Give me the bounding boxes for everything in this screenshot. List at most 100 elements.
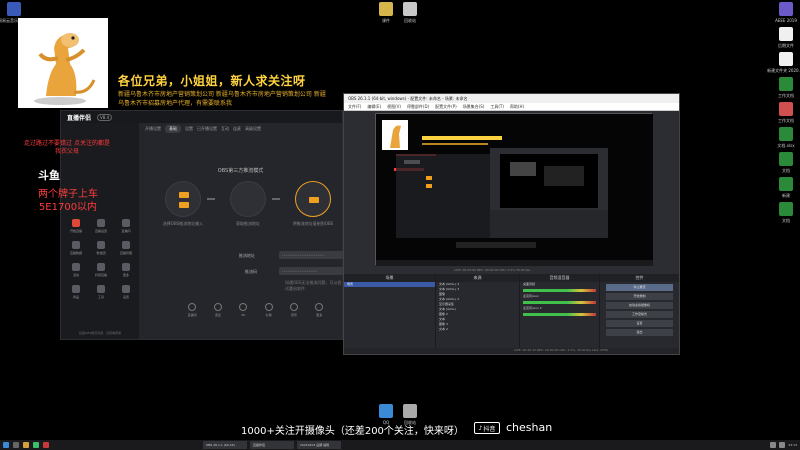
desktop-icon[interactable]: 回收站: [390, 2, 430, 23]
tab-3[interactable]: 已开播设置: [197, 126, 217, 132]
flow-step-2: [230, 181, 266, 217]
desktop-icon-label: AEEE 2019: [775, 18, 797, 23]
menu-item[interactable]: 编辑(E): [367, 104, 381, 110]
scenes-dock[interactable]: 场景 场景: [344, 274, 436, 348]
browser-icon[interactable]: [33, 442, 39, 448]
app-icon[interactable]: [43, 442, 49, 448]
tool-button[interactable]: 直播间: [188, 303, 197, 333]
obs-statusbar: LIVE: 00:45:15 REC: 00:00:00 CPU: 3.2%, …: [344, 348, 679, 354]
file-icon: [403, 2, 417, 16]
arrow-right-icon: [207, 198, 215, 200]
windows-start-icon[interactable]: [3, 442, 9, 448]
meerkat-icon: [34, 33, 96, 105]
desktop-icon[interactable]: 工作文档: [766, 77, 800, 98]
control-button[interactable]: 停止推流: [606, 284, 673, 291]
sidebar-item[interactable]: 设置: [115, 285, 137, 299]
menu-item[interactable]: 帮助(H): [510, 104, 524, 110]
sidebar-item[interactable]: 直播数据: [65, 241, 87, 255]
step-chip: [179, 202, 189, 208]
menu-item[interactable]: 文件(F): [348, 104, 361, 110]
sidebar-item-icon: [72, 285, 80, 293]
tool-button[interactable]: 音乐: [289, 303, 298, 333]
menu-item[interactable]: 工具(T): [490, 104, 504, 110]
sidebar-item[interactable]: 直播设置: [90, 219, 112, 233]
control-button[interactable]: 设置: [606, 320, 673, 327]
app-titlebar[interactable]: 直播伴侣 V8.4: [61, 111, 342, 123]
sidebar-item-label: 设置: [122, 295, 129, 299]
scene-item[interactable]: 场景: [344, 282, 435, 287]
sidebar-item[interactable]: 抖音直播: [90, 263, 112, 277]
tool-button[interactable]: 连麦: [214, 303, 222, 333]
volume-icon[interactable]: [779, 442, 786, 448]
desktop-icon-label: 回收站: [404, 18, 416, 23]
file-icon: [779, 27, 793, 41]
tab-5[interactable]: 连麦: [233, 126, 241, 132]
sidebar-item[interactable]: 商品: [65, 285, 87, 299]
flow-caption-2: 获取推流地址: [236, 221, 260, 226]
tab-0[interactable]: 开播设置: [145, 126, 161, 132]
tool-label: PK: [241, 313, 246, 317]
volume-meter[interactable]: [523, 289, 596, 292]
tool-icon: [188, 303, 197, 311]
search-icon[interactable]: [13, 442, 19, 448]
tab-2[interactable]: 设置: [185, 126, 193, 132]
clock[interactable]: 23:13: [788, 443, 797, 447]
sidebar-item[interactable]: 活动: [65, 263, 87, 277]
menu-item[interactable]: 视图(V): [387, 104, 401, 110]
sidebar-item[interactable]: 粉丝团: [90, 241, 112, 255]
desktop-icon[interactable]: 后期文件: [766, 27, 800, 48]
file-explorer-icon[interactable]: [23, 442, 29, 448]
control-button[interactable]: 工作室模式: [606, 311, 673, 318]
file-icon: [779, 52, 793, 66]
desktop-icon[interactable]: 新建: [766, 177, 800, 198]
sources-dock[interactable]: 来源 文本 (GDI+) 4 文本 (GDI+) 3 图像 文本 (GDI+) 2 显示…: [436, 274, 520, 348]
menu-item[interactable]: 配置文件(P): [435, 104, 457, 110]
tab-4[interactable]: 互动: [221, 126, 229, 132]
sidebar-item[interactable]: 更多: [115, 263, 137, 277]
tool-icon: [289, 303, 298, 311]
sidebar-item-icon: [122, 263, 130, 271]
taskbar-task[interactable]: 20210403 后期 编辑: [297, 441, 341, 449]
network-icon[interactable]: [770, 442, 777, 448]
sidebar-item[interactable]: 开始直播: [65, 219, 87, 233]
sidebar-item[interactable]: 工具: [90, 285, 112, 299]
sources-dock-title: 来源: [436, 274, 519, 282]
mixer-dock[interactable]: 音频混音器 桌面音频 麦克风/Aux 麦克风/Aux 2: [520, 274, 600, 348]
tab-1[interactable]: 基础: [165, 125, 181, 133]
plate-note: 两个牌子上车 5E1700以内: [38, 189, 98, 213]
file-icon: [7, 2, 21, 16]
taskbar-task[interactable]: 直播伴侣: [250, 441, 294, 449]
desktop-icon[interactable]: 新建文件夹 2020.12: [766, 52, 800, 73]
menu-item[interactable]: 停靠部件(D): [407, 104, 429, 110]
controls-dock[interactable]: 控件 停止推流 开始录制 启动虚拟摄像机 工作室模式 设置 退出: [600, 274, 679, 348]
control-button[interactable]: 开始录制: [606, 293, 673, 300]
taskbar-task[interactable]: OBS 26.1.1 (64-bit): [203, 441, 247, 449]
scenes-dock-title: 场景: [344, 274, 435, 282]
tool-button[interactable]: 礼物: [264, 303, 273, 333]
obs-window[interactable]: OBS 26.1.1 (64-bit, windows) - 配置文件: 未命名…: [343, 93, 680, 355]
file-icon: [779, 177, 793, 191]
sidebar-item-icon: [97, 219, 105, 227]
tab-6[interactable]: 高级设置: [245, 126, 261, 132]
control-button[interactable]: 退出: [606, 329, 673, 336]
desktop-icon[interactable]: 文档: [766, 152, 800, 173]
sidebar-item-label: 直播间: [121, 229, 131, 233]
menu-item[interactable]: 场景集合(S): [463, 104, 485, 110]
tool-button[interactable]: 更多: [315, 303, 324, 333]
obs-titlebar[interactable]: OBS 26.1.1 (64-bit, windows) - 配置文件: 未命名…: [344, 94, 679, 103]
sidebar-item[interactable]: 直播管理: [115, 241, 137, 255]
file-icon: [403, 404, 417, 418]
control-button[interactable]: 启动虚拟摄像机: [606, 302, 673, 309]
sidebar-item[interactable]: 直播间: [115, 219, 137, 233]
volume-meter[interactable]: [523, 313, 596, 316]
desktop-icon[interactable]: 文档: [766, 202, 800, 223]
step-chip: [179, 192, 189, 198]
tool-button[interactable]: PK: [239, 303, 248, 333]
source-item[interactable]: 文本 2: [436, 327, 519, 332]
desktop-icon[interactable]: 工作文档: [766, 102, 800, 123]
desktop-icon[interactable]: AEEE 2019: [766, 2, 800, 23]
volume-meter[interactable]: [523, 301, 596, 304]
obs-docks: 场景 场景 来源 文本 (GDI+) 4 文本 (GDI+) 3 图像 文本 (GDI…: [344, 274, 679, 348]
desktop-icon[interactable]: 文档.xlsx: [766, 127, 800, 148]
obs-preview[interactable]: [375, 113, 653, 266]
